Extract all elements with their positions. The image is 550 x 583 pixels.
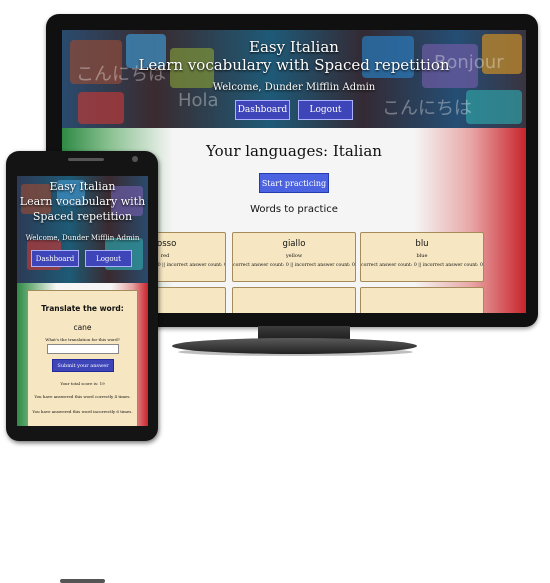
translate-heading: Translate the word: bbox=[41, 304, 124, 313]
mobile-welcome-text: Welcome, Dunder Mifflin Admin bbox=[25, 234, 140, 242]
correct-count: You have answered this word correctly 4 … bbox=[34, 394, 131, 399]
mobile-site-title: Easy Italian bbox=[49, 180, 116, 193]
word-to-translate: cane bbox=[73, 323, 92, 332]
word-card bbox=[360, 287, 484, 313]
phone-home-bar bbox=[60, 579, 105, 583]
translate-card: Translate the word: cane What's the tran… bbox=[27, 290, 138, 426]
mobile-header: Easy Italian Learn vocabulary with Space… bbox=[17, 176, 148, 283]
phone-speaker bbox=[68, 158, 104, 161]
total-score: Your total score is: 19 bbox=[60, 381, 105, 386]
word-card bbox=[232, 287, 356, 313]
mobile-logout-button[interactable]: Logout bbox=[85, 250, 132, 267]
word-card-word: giallo bbox=[282, 239, 306, 249]
site-subtitle: Learn vocabulary with Spaced repetition bbox=[138, 56, 450, 74]
word-card: giallo yellow correct answer count: 0 ||… bbox=[232, 232, 356, 282]
submit-answer-button[interactable]: Submit your answer bbox=[52, 359, 114, 372]
desktop-header: こんにちは Bonjour Hola こんにちは Easy Italian Le… bbox=[62, 30, 526, 128]
word-card-counts: correct answer count: 0 || incorrect ans… bbox=[361, 263, 483, 268]
mobile-site-subtitle: Spaced repetition bbox=[32, 210, 133, 223]
mobile-site-subtitle: Learn vocabulary with bbox=[19, 195, 146, 208]
background-tile bbox=[466, 90, 522, 124]
background-text: Hola bbox=[178, 90, 219, 111]
mobile-screen: Easy Italian Learn vocabulary with Space… bbox=[17, 176, 148, 426]
word-card-translation: blue bbox=[416, 253, 428, 259]
start-practicing-button[interactable]: Start practicing bbox=[259, 173, 329, 193]
word-card: blu blue correct answer count: 0 || inco… bbox=[360, 232, 484, 282]
translation-question: What's the translation for this word? bbox=[45, 337, 120, 342]
word-card-word: blu bbox=[415, 239, 429, 249]
background-tile bbox=[78, 92, 124, 124]
word-card-translation: yellow bbox=[285, 253, 303, 259]
phone-camera bbox=[132, 156, 138, 162]
translation-input[interactable] bbox=[47, 344, 119, 354]
dashboard-button[interactable]: Dashboard bbox=[235, 100, 290, 120]
background-text: こんにちは bbox=[382, 98, 472, 119]
welcome-text: Welcome, Dunder Mifflin Admin bbox=[212, 82, 376, 93]
logout-button[interactable]: Logout bbox=[298, 100, 353, 120]
mobile-dashboard-button[interactable]: Dashboard bbox=[31, 250, 79, 267]
mobile-content: Translate the word: cane What's the tran… bbox=[17, 283, 148, 426]
site-title: Easy Italian bbox=[249, 38, 339, 56]
word-card-counts: correct answer count: 0 || incorrect ans… bbox=[233, 263, 355, 268]
incorrect-count: You have answered this word incorrectly … bbox=[32, 409, 133, 414]
monitor-stand bbox=[172, 338, 417, 354]
